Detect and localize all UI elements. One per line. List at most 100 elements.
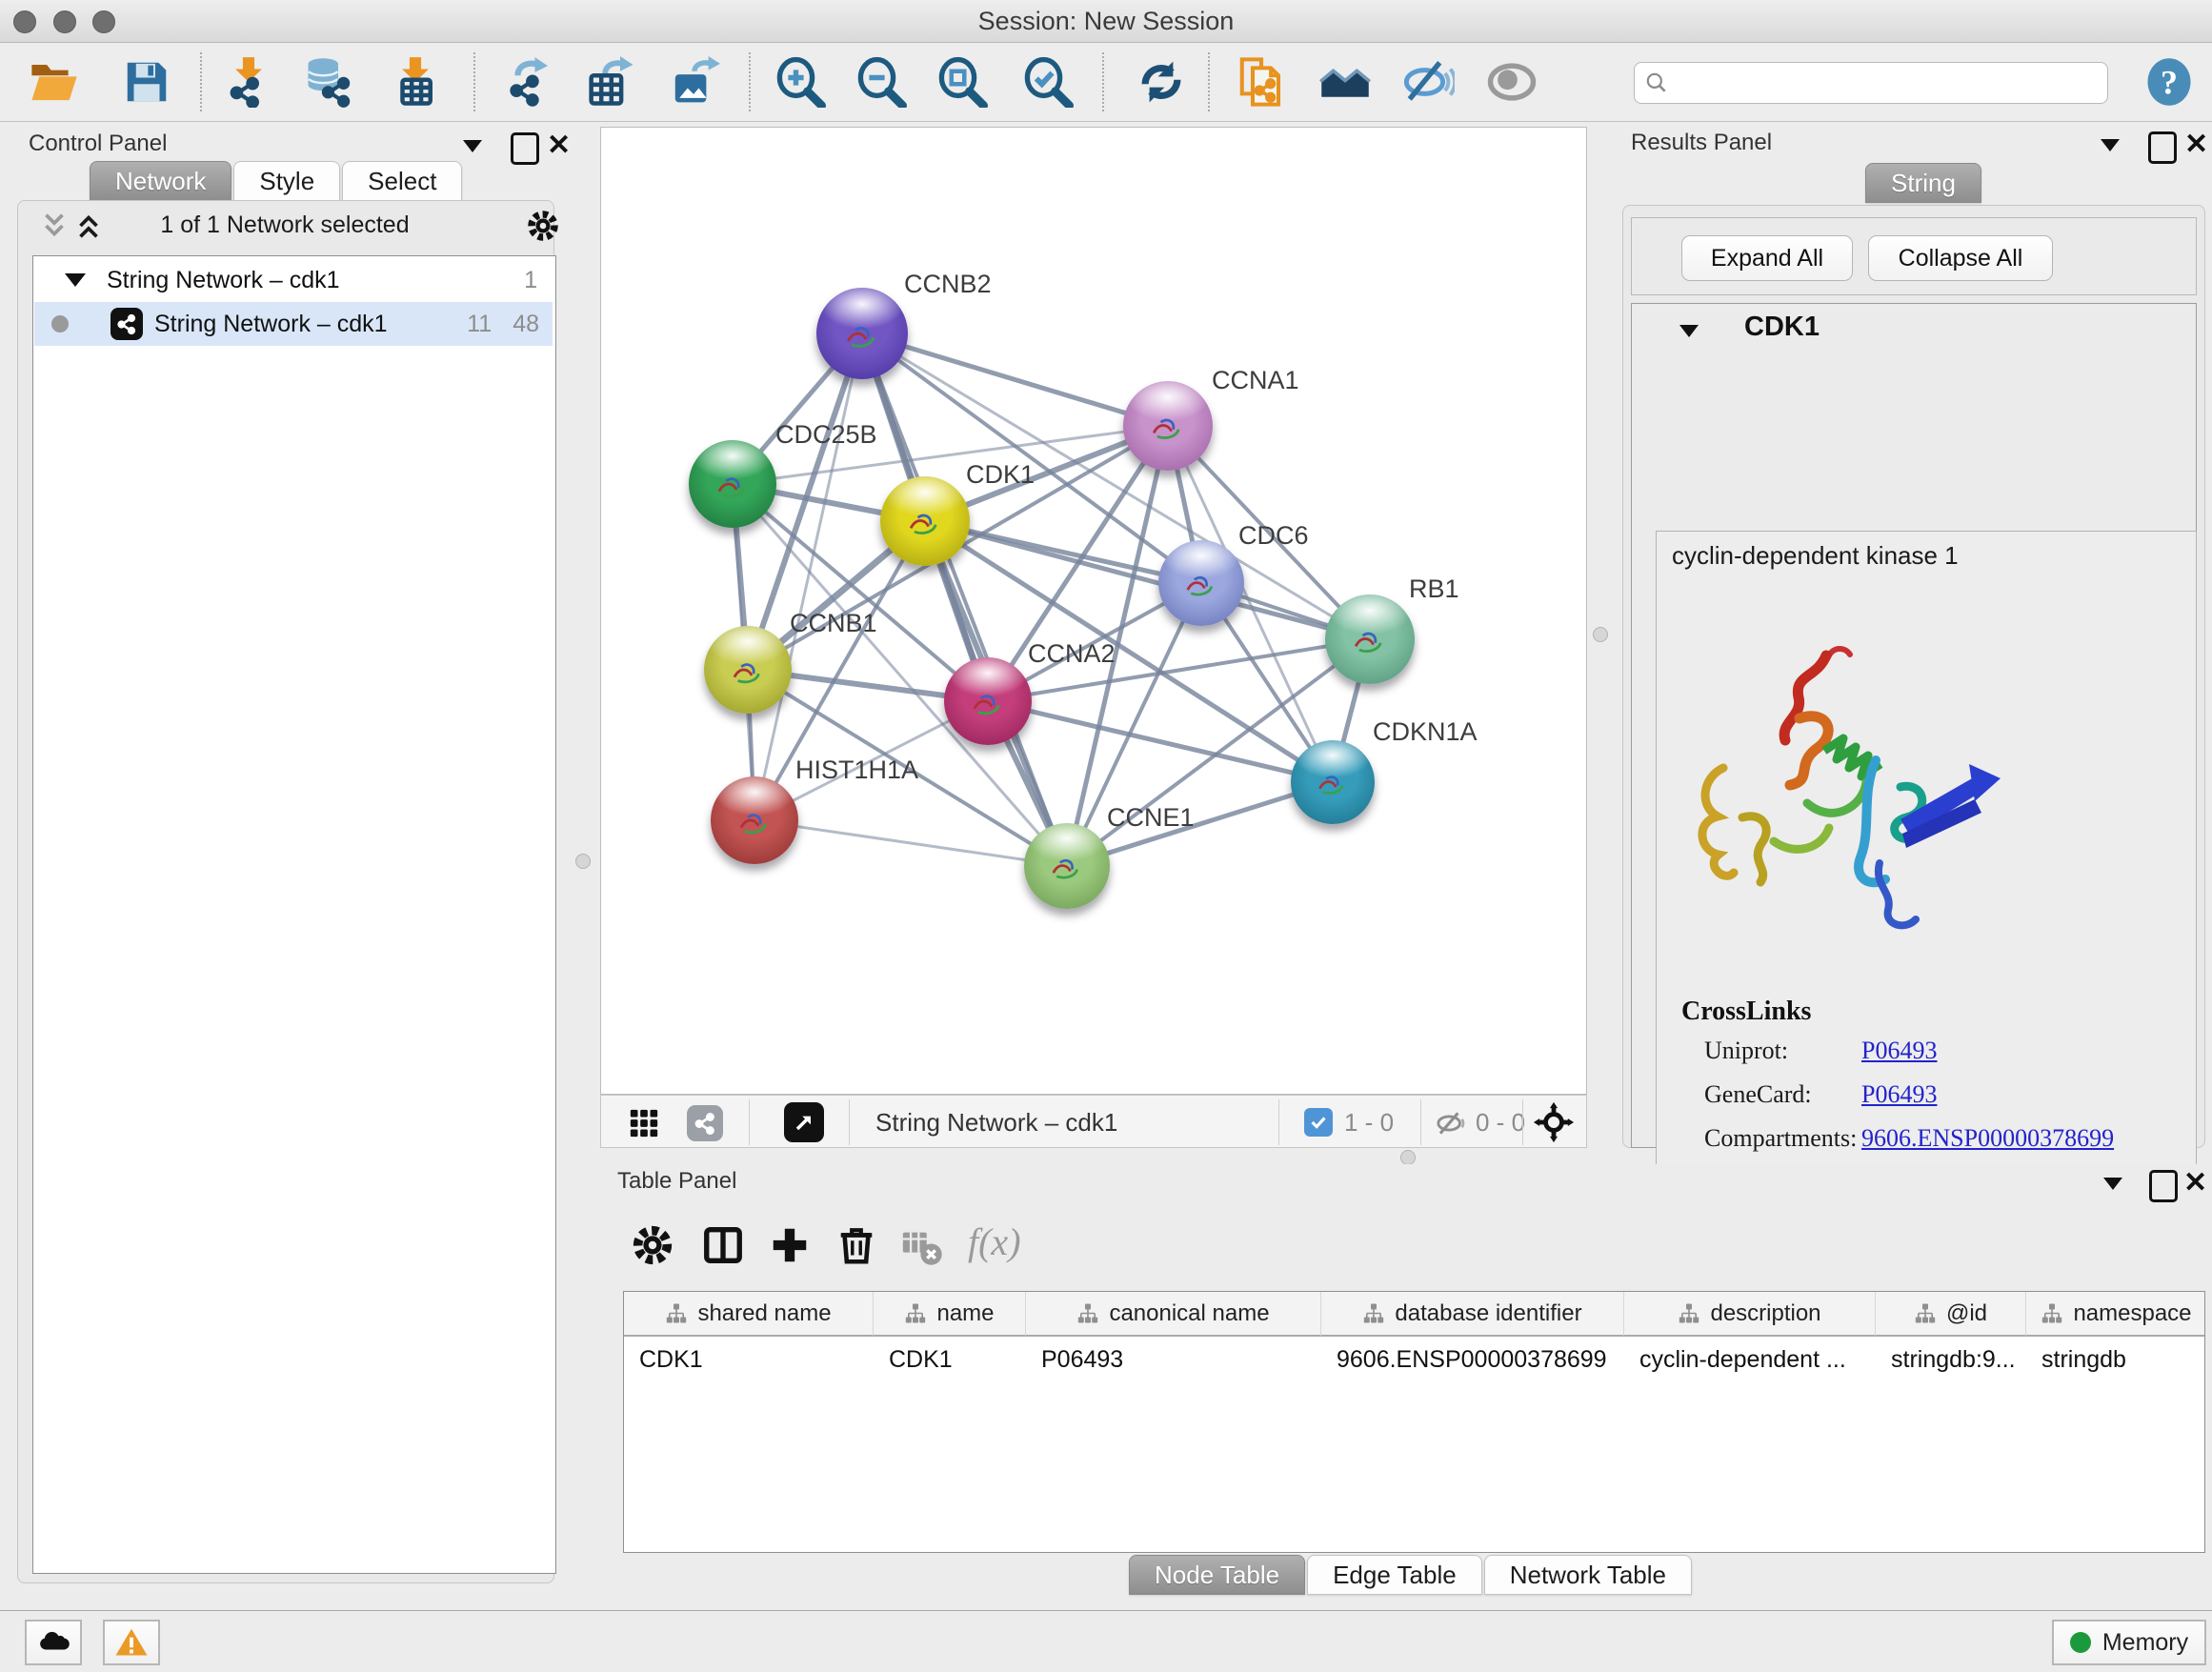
edge-CCNE1-HIST1H1A[interactable] bbox=[754, 820, 1067, 866]
float-panel-icon[interactable] bbox=[2149, 1170, 2178, 1202]
table-cell[interactable]: stringdb bbox=[2026, 1339, 2205, 1380]
grid-view-icon[interactable] bbox=[628, 1107, 660, 1144]
network-options-gear-icon[interactable] bbox=[526, 209, 560, 248]
tab-network[interactable]: Network bbox=[90, 161, 231, 201]
tab-style[interactable]: Style bbox=[233, 161, 340, 201]
table-options-gear-icon[interactable] bbox=[631, 1223, 674, 1272]
zoom-selected-icon[interactable] bbox=[1022, 56, 1074, 108]
close-panel-icon[interactable]: ✕ bbox=[2184, 128, 2208, 161]
crosslink-value-link[interactable]: 9606.ENSP00000378699 bbox=[1861, 1124, 2114, 1153]
delete-table-icon[interactable] bbox=[899, 1223, 943, 1272]
zoom-out-icon[interactable] bbox=[855, 56, 907, 108]
network-view-icon[interactable] bbox=[687, 1105, 723, 1141]
column-header-canonical-name[interactable]: canonical name bbox=[1026, 1292, 1321, 1337]
edge-CCNB2-HIST1H1A[interactable] bbox=[754, 333, 862, 820]
pan-crosshair-icon[interactable] bbox=[1533, 1101, 1575, 1148]
column-header-description[interactable]: description bbox=[1624, 1292, 1876, 1337]
column-header-name[interactable]: name bbox=[874, 1292, 1026, 1337]
collapse-all-button[interactable]: Collapse All bbox=[1868, 235, 2053, 281]
float-panel-icon[interactable] bbox=[2148, 131, 2177, 164]
collapse-entry-caret-icon[interactable] bbox=[1679, 325, 1699, 337]
column-header-shared-name[interactable]: shared name bbox=[624, 1292, 874, 1337]
search-input[interactable] bbox=[1634, 62, 2108, 104]
string-home-icon[interactable] bbox=[1319, 56, 1371, 108]
network-node-CDKN1A[interactable] bbox=[1291, 740, 1375, 824]
network-node-CCNE1[interactable] bbox=[1024, 823, 1110, 909]
network-node-CDC6[interactable] bbox=[1158, 540, 1244, 626]
warning-status-button[interactable] bbox=[103, 1620, 160, 1665]
node-table[interactable]: shared namenamecanonical namedatabase id… bbox=[623, 1291, 2205, 1553]
add-column-icon[interactable] bbox=[768, 1223, 812, 1272]
network-node-CDC25B[interactable] bbox=[689, 440, 776, 528]
collapse-panel-icon[interactable] bbox=[463, 140, 482, 152]
node-label-RB1: RB1 bbox=[1409, 574, 1459, 604]
zoom-fit-icon[interactable] bbox=[936, 56, 988, 108]
function-builder-icon[interactable]: f(x) bbox=[968, 1219, 1021, 1264]
delete-column-icon[interactable] bbox=[835, 1223, 878, 1272]
horizontal-splitter-handle[interactable] bbox=[1400, 1150, 1416, 1165]
network-node-CCNA2[interactable] bbox=[944, 657, 1032, 745]
network-node-HIST1H1A[interactable] bbox=[711, 776, 798, 864]
column-hierarchy-icon bbox=[1678, 1302, 1700, 1325]
tab-edge-table[interactable]: Edge Table bbox=[1307, 1555, 1482, 1595]
right-splitter-handle[interactable] bbox=[1593, 627, 1608, 642]
table-cell[interactable]: CDK1 bbox=[874, 1339, 1026, 1380]
network-node-CDK1[interactable] bbox=[880, 476, 970, 566]
tab-node-table[interactable]: Node Table bbox=[1129, 1555, 1305, 1595]
collapse-panel-icon[interactable] bbox=[2101, 139, 2120, 151]
memory-button[interactable]: Memory bbox=[2052, 1620, 2206, 1665]
table-cell[interactable]: P06493 bbox=[1026, 1339, 1321, 1380]
left-splitter-handle[interactable] bbox=[575, 854, 591, 869]
cloud-status-button[interactable] bbox=[25, 1620, 82, 1665]
navbar-separator bbox=[749, 1099, 750, 1145]
expand-all-button[interactable]: Expand All bbox=[1681, 235, 1853, 281]
network-collection-row[interactable]: String Network – cdk1 1 bbox=[34, 258, 553, 302]
import-network-icon[interactable] bbox=[223, 56, 274, 108]
tab-select[interactable]: Select bbox=[342, 161, 462, 201]
tab-network-table[interactable]: Network Table bbox=[1484, 1555, 1692, 1595]
help-button[interactable]: ? bbox=[2143, 56, 2195, 108]
table-panel-tabs: Node TableEdge TableNetwork Table bbox=[1129, 1555, 1694, 1595]
export-network-icon[interactable] bbox=[505, 56, 556, 108]
hide-enhanced-graphics-icon[interactable] bbox=[1403, 56, 1455, 108]
table-cell[interactable]: cyclin-dependent ... bbox=[1624, 1339, 1876, 1380]
edge-CCNB2-CCNA1[interactable] bbox=[862, 333, 1168, 426]
birds-eye-view-icon[interactable] bbox=[784, 1102, 824, 1142]
open-session-icon[interactable] bbox=[29, 56, 80, 108]
tree-expand-caret-icon[interactable] bbox=[65, 273, 86, 287]
export-image-icon[interactable] bbox=[669, 56, 720, 108]
import-table-icon[interactable] bbox=[390, 56, 441, 108]
column-header-namespace[interactable]: namespace bbox=[2026, 1292, 2205, 1337]
node-result-box: CDK1 cyclin-dependent kinase 1 CrossLink… bbox=[1631, 303, 2197, 1148]
selected-items-checkbox-icon[interactable] bbox=[1304, 1108, 1333, 1137]
table-cell[interactable]: stringdb:9... bbox=[1876, 1339, 2026, 1380]
save-session-icon[interactable] bbox=[121, 56, 172, 108]
import-network-database-icon[interactable] bbox=[304, 56, 355, 108]
network-row-selected[interactable]: String Network – cdk1 11 48 bbox=[34, 302, 553, 346]
table-cell[interactable]: 9606.ENSP00000378699 bbox=[1321, 1339, 1624, 1380]
collapse-panel-icon[interactable] bbox=[2103, 1178, 2122, 1190]
close-panel-icon[interactable]: ✕ bbox=[2183, 1166, 2207, 1199]
table-cell[interactable]: CDK1 bbox=[624, 1339, 874, 1380]
hidden-items-eye-icon[interactable] bbox=[1436, 1107, 1468, 1144]
network-view-canvas[interactable]: CCNB2CCNA1CDC25BCDK1CDC6RB1CCNB1CCNA2CDK… bbox=[600, 127, 1587, 1095]
show-columns-icon[interactable] bbox=[701, 1223, 745, 1272]
network-node-CCNA1[interactable] bbox=[1123, 381, 1213, 471]
tab-string[interactable]: String bbox=[1865, 163, 1981, 203]
zoom-in-icon[interactable] bbox=[774, 56, 826, 108]
edge-CCNA2-CDKN1A[interactable] bbox=[988, 701, 1333, 782]
crosslink-value-link[interactable]: P06493 bbox=[1861, 1037, 1937, 1065]
apply-layout-icon[interactable] bbox=[1136, 56, 1187, 108]
show-graphics-details-icon[interactable] bbox=[1486, 56, 1538, 108]
float-panel-icon[interactable] bbox=[511, 132, 539, 165]
column-hierarchy-icon bbox=[1362, 1302, 1385, 1325]
column-header--id[interactable]: @id bbox=[1876, 1292, 2026, 1337]
export-table-icon[interactable] bbox=[586, 56, 637, 108]
close-panel-icon[interactable]: ✕ bbox=[547, 129, 571, 162]
network-node-CCNB2[interactable] bbox=[816, 288, 908, 379]
network-node-CCNB1[interactable] bbox=[704, 626, 792, 714]
column-header-database-identifier[interactable]: database identifier bbox=[1321, 1292, 1624, 1337]
network-node-RB1[interactable] bbox=[1325, 594, 1415, 684]
string-protein-query-icon[interactable] bbox=[1236, 56, 1287, 108]
crosslink-value-link[interactable]: P06493 bbox=[1861, 1080, 1937, 1109]
